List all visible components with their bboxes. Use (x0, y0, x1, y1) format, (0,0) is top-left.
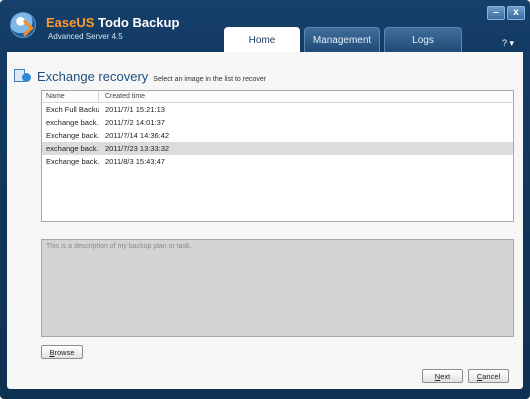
content-panel: Exchange recovery Select an image in the… (7, 52, 523, 389)
edition-label: Advanced Server 4.5 (48, 32, 123, 41)
list-item-selected[interactable]: exchange back... 2011/7/23 13:33:32 (42, 142, 513, 155)
main-tabs: Home Management Logs (224, 27, 462, 52)
page-subtitle: Select an image in the list to recover (153, 76, 267, 83)
help-menu-button[interactable]: ? ▾ (502, 38, 514, 49)
column-header-created-time[interactable]: Created time (99, 91, 145, 102)
cancel-label: ancel (482, 371, 501, 381)
image-created-time: 2011/7/14 14:36:42 (105, 131, 170, 140)
image-name: Exchange back... (46, 157, 99, 166)
list-item[interactable]: Exchange back... 2011/8/3 15:43:47 (42, 155, 513, 168)
image-name: exchange back... (46, 118, 99, 127)
column-header-name[interactable]: Name (42, 91, 99, 102)
image-created-time: 2011/7/2 14:01:37 (105, 118, 165, 127)
next-label: ext (440, 371, 451, 381)
tab-home[interactable]: Home (224, 27, 300, 52)
list-item[interactable]: Exchange back... 2011/7/14 14:36:42 (42, 129, 513, 142)
browse-label: rowse (54, 347, 75, 357)
close-button[interactable]: x (507, 6, 525, 20)
cancel-button[interactable]: Cancel (468, 369, 509, 383)
app-window: EaseUS Todo Backup Advanced Server 4.5 H… (0, 0, 530, 399)
image-name: Exchange back... (46, 131, 99, 140)
title-bar: EaseUS Todo Backup Advanced Server 4.5 H… (0, 0, 530, 52)
tab-logs[interactable]: Logs (384, 27, 462, 52)
product-name: Todo Backup (98, 15, 180, 30)
description-box: This is a description of my backup plan … (41, 239, 514, 337)
page-header: Exchange recovery Select an image in the… (14, 66, 266, 84)
exchange-recovery-icon (14, 68, 31, 83)
list-item[interactable]: exchange back... 2011/7/2 14:01:37 (42, 116, 513, 129)
app-title: EaseUS Todo Backup (46, 15, 179, 30)
image-name: Exch Full Backu... (46, 105, 99, 114)
list-item[interactable]: Exch Full Backu... 2011/7/1 15:21:13 (42, 103, 513, 116)
image-created-time: 2011/7/1 15:21:13 (105, 105, 165, 114)
image-created-time: 2011/7/23 13:33:32 (105, 144, 170, 153)
easeus-logo-icon (10, 12, 36, 38)
page-title: Exchange recovery (37, 69, 149, 84)
image-created-time: 2011/8/3 15:43:47 (105, 157, 165, 166)
image-name: exchange back... (46, 144, 99, 153)
next-button[interactable]: Next (422, 369, 463, 383)
image-list[interactable]: Name Created time Exch Full Backu... 201… (41, 90, 514, 222)
browse-button[interactable]: Browse (41, 345, 83, 359)
tab-management[interactable]: Management (304, 27, 380, 52)
minimize-button[interactable]: – (487, 6, 505, 20)
brand-name: EaseUS (46, 15, 95, 30)
list-header: Name Created time (42, 91, 513, 103)
